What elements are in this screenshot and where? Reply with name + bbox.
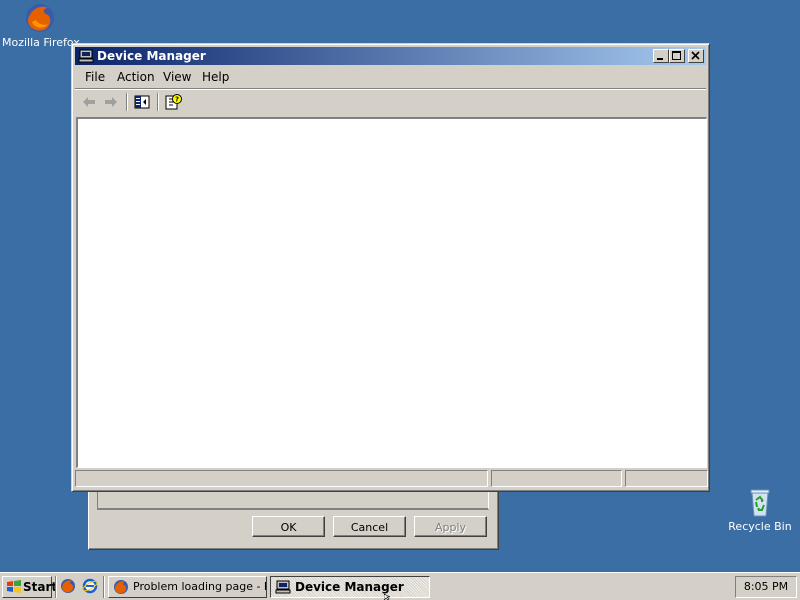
task-button-device-manager[interactable]: Device Manager [270,576,430,598]
status-bar [75,469,708,488]
status-panel-main [75,470,488,487]
cancel-button[interactable]: Cancel [333,516,406,537]
computer-icon [78,49,94,63]
firefox-icon [114,580,128,594]
title-bar[interactable]: Device Manager [75,47,706,65]
back-arrow-icon[interactable] [80,93,98,111]
menu-help[interactable]: Help [202,70,229,84]
taskbar-separator [55,576,57,598]
task-button-label: Problem loading page - M... [133,580,266,593]
computer-icon [275,580,291,594]
recycle-bin-icon [750,489,770,517]
toolbar-separator [157,93,159,111]
status-panel-3 [625,470,708,487]
internet-explorer-icon[interactable] [82,578,98,594]
show-hide-console-tree-icon[interactable] [133,93,151,111]
menu-action[interactable]: Action [117,70,155,84]
desktop-icon-label: Recycle Bin [728,520,792,533]
task-button-firefox[interactable]: Problem loading page - M... [108,576,267,598]
maximize-icon [672,51,681,60]
firefox-icon[interactable] [60,578,76,594]
start-button[interactable]: Start [2,576,57,598]
mouse-cursor-icon [384,594,391,600]
menu-file[interactable]: File [85,70,105,84]
menu-view[interactable]: View [163,70,191,84]
desktop-icon-recycle-bin[interactable]: Recycle Bin [722,486,798,533]
toolbar: ? [75,90,706,114]
close-icon [691,51,700,60]
desktop-icon-firefox[interactable]: Mozilla Firefox [2,2,80,49]
device-manager-window: Device Manager File Action View Help ? [71,43,710,492]
status-panel-2 [491,470,622,487]
minimize-icon [657,58,663,60]
desktop-icon-label: Mozilla Firefox [2,36,80,49]
toolbar-separator [126,93,128,111]
maximize-button[interactable] [669,49,685,63]
svg-text:?: ? [175,96,179,104]
start-label: Start [23,580,58,594]
forward-arrow-icon[interactable] [102,93,120,111]
device-tree-pane[interactable] [76,117,707,468]
help-icon[interactable]: ? [164,93,182,111]
close-button[interactable] [688,49,704,63]
window-title: Device Manager [97,49,206,63]
ok-button[interactable]: OK [252,516,325,537]
taskbar-separator [103,576,105,598]
system-tray-clock[interactable]: 8:05 PM [735,576,797,598]
minimize-button[interactable] [653,49,669,63]
firefox-icon [26,4,54,32]
apply-button[interactable]: Apply [414,516,487,537]
menu-bar: File Action View Help [75,67,706,87]
windows-logo-icon [7,580,21,593]
taskbar: Start Problem loading page - M... Device… [0,572,800,600]
